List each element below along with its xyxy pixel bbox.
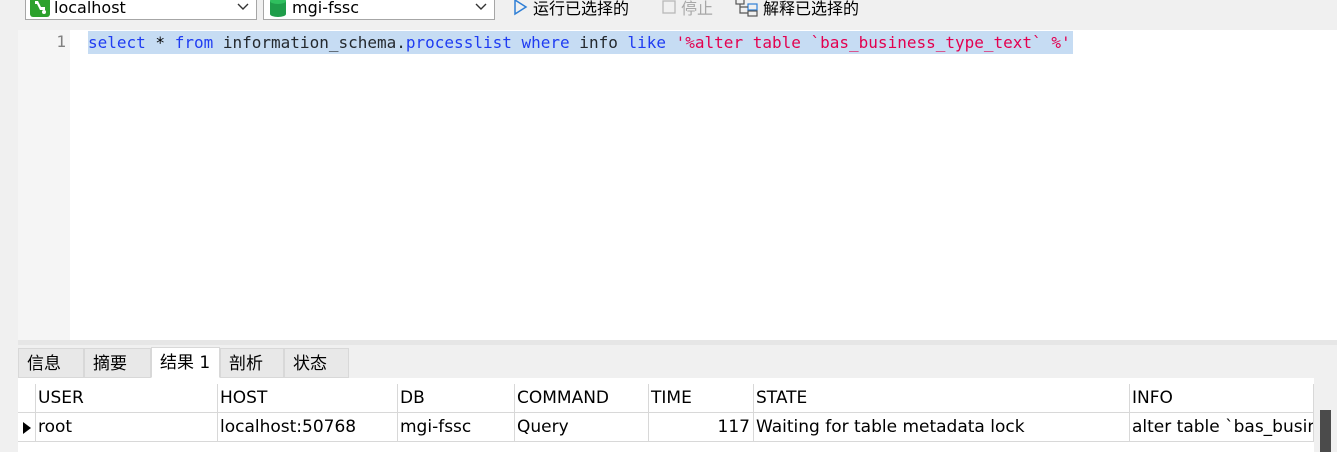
column-header-db[interactable]: DB <box>398 384 515 413</box>
database-select[interactable]: mgi-fssc <box>263 0 495 20</box>
sql-space <box>512 33 522 52</box>
explain-selected-button[interactable]: 解释已选择的 <box>735 0 859 19</box>
sql-editor[interactable]: 1 select * from information_schema.proce… <box>18 30 1337 340</box>
sql-identifier: information_schema. <box>213 33 406 52</box>
sql-keyword: where <box>521 33 570 52</box>
sql-identifier: info <box>569 33 628 52</box>
play-icon <box>514 0 528 16</box>
cell-command[interactable]: Query <box>515 413 649 442</box>
tab-status[interactable]: 状态 <box>284 348 349 378</box>
stop-label: 停止 <box>681 0 714 18</box>
sql-keyword: processlist <box>405 33 512 52</box>
result-grid: USER HOST DB COMMAND TIME STATE INFO roo… <box>18 378 1337 452</box>
tab-info[interactable]: 信息 <box>18 348 84 378</box>
cell-info[interactable]: alter table `bas_business_type_text` <box>1130 413 1314 442</box>
table-row[interactable]: root localhost:50768 mgi-fssc Query 117 … <box>18 413 1314 442</box>
sql-keyword: select <box>88 33 146 52</box>
database-label: mgi-fssc <box>292 0 360 17</box>
sql-space <box>666 33 676 52</box>
column-header-host[interactable]: HOST <box>218 384 398 413</box>
line-number-gutter: 1 <box>18 30 70 340</box>
scrollbar-thumb[interactable] <box>1320 410 1331 452</box>
sql-keyword: like <box>627 33 666 52</box>
cell-state[interactable]: Waiting for table metadata lock <box>754 413 1130 442</box>
column-header-command[interactable]: COMMAND <box>515 384 649 413</box>
run-selected-button[interactable]: 运行已选择的 <box>511 0 629 19</box>
row-indicator <box>18 413 36 442</box>
connection-label: localhost <box>54 0 126 17</box>
explain-selected-label: 解释已选择的 <box>763 0 860 18</box>
tab-profile[interactable]: 剖析 <box>220 348 284 378</box>
chevron-down-icon <box>237 3 249 10</box>
column-header-info[interactable]: INFO <box>1130 384 1314 413</box>
cell-host[interactable]: localhost:50768 <box>218 413 398 442</box>
run-selected-label: 运行已选择的 <box>533 0 630 18</box>
query-toolbar: localhost mgi-fssc 运行已选择的 停止 解释已选择的 <box>0 0 1337 22</box>
cell-db[interactable]: mgi-fssc <box>398 413 515 442</box>
selected-code-line[interactable]: select * from information_schema.process… <box>88 31 1073 54</box>
grid-header-row: USER HOST DB COMMAND TIME STATE INFO <box>18 384 1314 413</box>
result-tabs: 信息 摘要 结果 1 剖析 状态 <box>18 347 1337 378</box>
current-row-arrow-icon <box>23 422 31 434</box>
database-icon <box>270 0 286 17</box>
line-number: 1 <box>56 32 66 51</box>
sql-operator: * <box>145 33 175 52</box>
sql-keyword: from <box>174 33 214 52</box>
explain-icon <box>735 0 758 17</box>
cell-time[interactable]: 117 <box>649 413 754 442</box>
chevron-down-icon <box>475 3 487 10</box>
stop-icon <box>662 0 676 14</box>
connection-select[interactable]: localhost <box>25 0 257 20</box>
column-header-user[interactable]: USER <box>36 384 218 413</box>
vertical-scrollbar[interactable] <box>1314 378 1337 452</box>
tab-summary[interactable]: 摘要 <box>84 348 151 378</box>
stop-button[interactable]: 停止 <box>661 0 713 19</box>
column-header-time[interactable]: TIME <box>649 384 754 413</box>
pane-splitter[interactable] <box>18 340 1337 345</box>
sql-string-literal: '%alter table `bas_business_type_text` %… <box>675 33 1071 52</box>
cell-user[interactable]: root <box>36 413 218 442</box>
tab-result-1[interactable]: 结果 1 <box>151 347 220 378</box>
connection-icon <box>30 0 50 17</box>
column-header-state[interactable]: STATE <box>754 384 1130 413</box>
row-indicator-header <box>18 384 36 413</box>
